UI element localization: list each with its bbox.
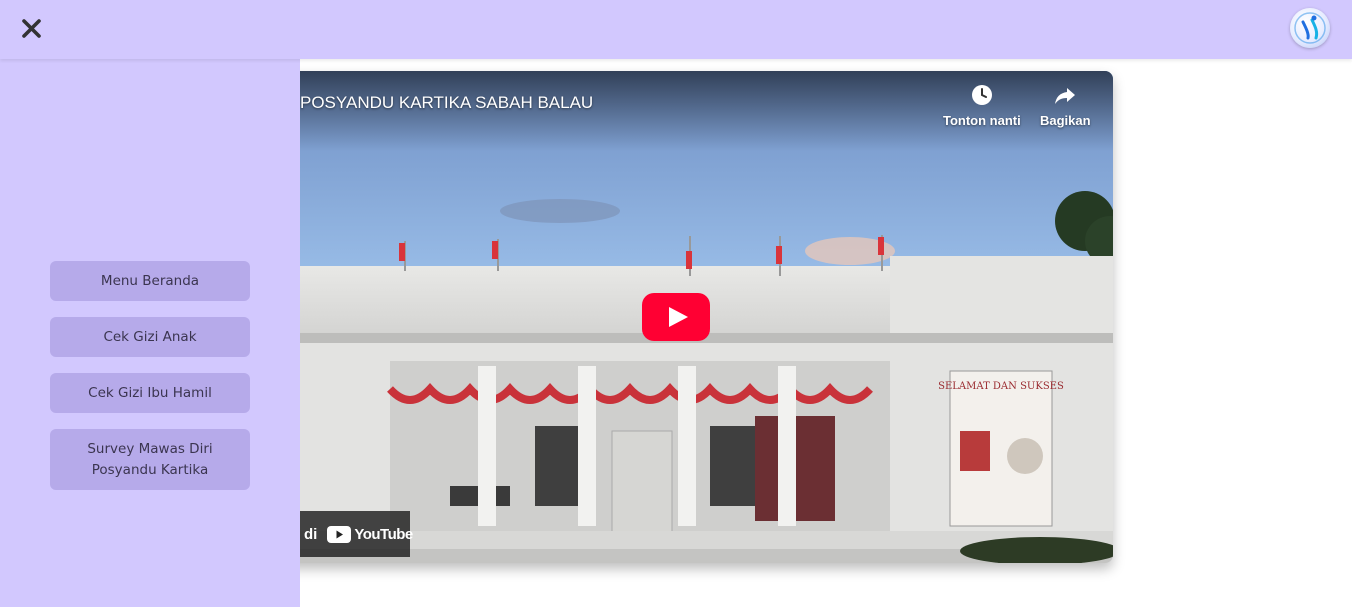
- clock-icon: [971, 85, 992, 105]
- share-button[interactable]: Bagikan: [1040, 83, 1091, 128]
- sidebar-item-cek-gizi-anak[interactable]: Cek Gizi Anak: [50, 317, 250, 357]
- share-icon: [1055, 88, 1076, 104]
- play-button[interactable]: [642, 293, 710, 341]
- share-label: Bagikan: [1040, 113, 1091, 128]
- watch-on-prefix: di: [304, 525, 318, 543]
- youtube-logo: YouTube: [327, 525, 413, 543]
- banner-text: SELAMAT DAN SUKSES: [938, 381, 1064, 392]
- sidebar-item-cek-gizi-ibu-hamil[interactable]: Cek Gizi Ibu Hamil: [50, 373, 250, 413]
- top-bar: [0, 0, 1352, 59]
- sidebar-menu: Menu Beranda Cek Gizi Anak Cek Gizi Ibu …: [50, 261, 250, 506]
- youtube-video-player[interactable]: SELAMAT DAN SUKSES POSYANDU KARTIKA SABA…: [240, 71, 1113, 563]
- avatar-logo-icon: [1294, 12, 1326, 44]
- watch-later-label: Tonton nanti: [943, 113, 1021, 128]
- youtube-icon: [327, 525, 352, 543]
- sidebar: Menu Beranda Cek Gizi Anak Cek Gizi Ibu …: [0, 59, 300, 607]
- youtube-label: YouTube: [354, 525, 413, 543]
- sidebar-item-label: Survey Mawas Diri Posyandu Kartika: [87, 440, 213, 478]
- watch-later-button[interactable]: Tonton nanti: [943, 83, 1021, 128]
- close-icon[interactable]: [18, 16, 46, 42]
- avatar[interactable]: [1290, 8, 1330, 48]
- sidebar-item-survey-mawas-diri[interactable]: Survey Mawas Diri Posyandu Kartika: [50, 429, 250, 490]
- video-title[interactable]: POSYANDU KARTIKA SABAH BALAU: [300, 93, 593, 113]
- play-icon: [642, 293, 710, 341]
- sidebar-item-menu-beranda[interactable]: Menu Beranda: [50, 261, 250, 301]
- sidebar-item-label: Menu Beranda: [100, 272, 200, 289]
- sidebar-item-label: Cek Gizi Ibu Hamil: [88, 384, 212, 401]
- sidebar-item-label: Cek Gizi Anak: [103, 328, 197, 345]
